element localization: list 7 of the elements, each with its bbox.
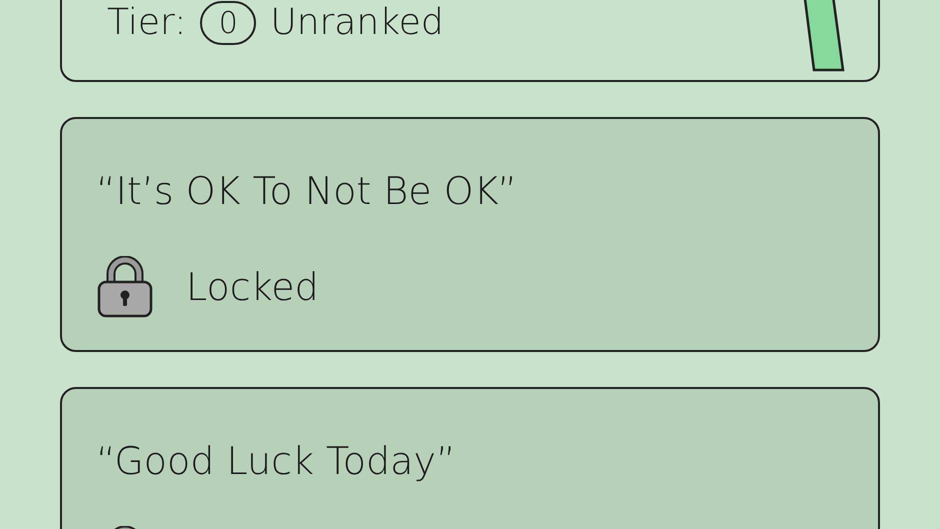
card-title: “It’s OK To Not Be OK” bbox=[96, 168, 518, 215]
status-text: Locked bbox=[186, 264, 319, 310]
padlock-icon bbox=[96, 256, 154, 318]
tier-label: Tier: bbox=[107, 1, 186, 45]
card-title: “Good Luck Today” bbox=[96, 438, 457, 485]
tier-name: Unranked bbox=[270, 1, 444, 45]
tier-badge: 0 bbox=[200, 1, 256, 45]
